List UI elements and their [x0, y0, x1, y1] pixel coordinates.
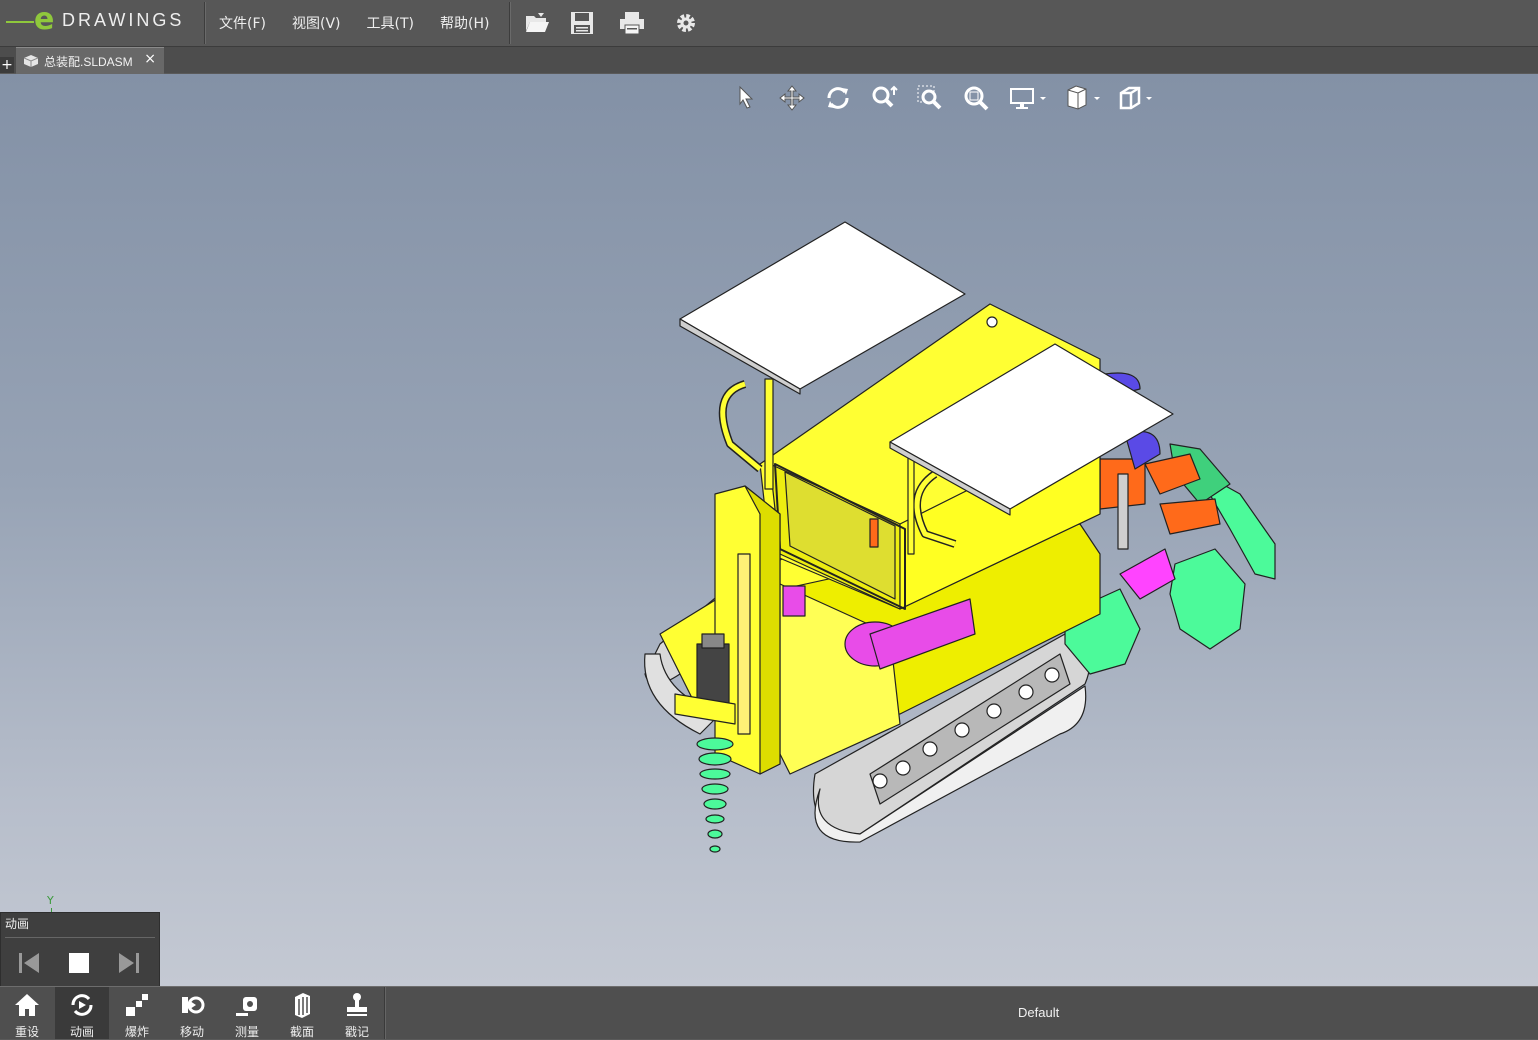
- animation-panel: 动画: [0, 912, 160, 986]
- menu-view[interactable]: 视图(V): [292, 13, 341, 33]
- previous-frame-button[interactable]: [15, 949, 43, 977]
- animate-button[interactable]: 动画: [55, 987, 109, 1039]
- save-icon: [571, 12, 593, 34]
- menu-help[interactable]: 帮助(H): [440, 13, 489, 33]
- home-icon: [15, 994, 39, 1016]
- gear-icon: [677, 14, 695, 32]
- stamp-button[interactable]: 戳记: [330, 987, 384, 1039]
- settings-button[interactable]: [671, 8, 701, 38]
- document-tab-bar: + 总装配.SLDASM ×: [0, 47, 1538, 74]
- assembly-icon: [24, 55, 38, 67]
- explode-icon: [126, 994, 148, 1016]
- move-icon: [182, 996, 205, 1014]
- open-button[interactable]: [522, 8, 552, 38]
- stop-icon: [69, 953, 89, 973]
- move-button[interactable]: 移动: [165, 987, 219, 1039]
- logo-text: DRAWINGS: [62, 10, 185, 30]
- printer-icon: [620, 12, 644, 35]
- menu-bar: 文件(F) 视图(V) 工具(T) 帮助(H): [206, 0, 502, 46]
- tab-title: 总装配.SLDASM: [44, 54, 133, 69]
- bottom-toolbar: 重设 动画 爆炸 移动 测量 截面 戳记 Default: [0, 986, 1538, 1039]
- menu-tools[interactable]: 工具(T): [367, 13, 414, 33]
- measure-button[interactable]: 测量: [220, 987, 274, 1039]
- tab-document[interactable]: 总装配.SLDASM ×: [16, 47, 164, 74]
- measure-icon: [236, 997, 257, 1016]
- skip-back-icon: [19, 953, 39, 973]
- next-frame-button[interactable]: [115, 949, 143, 977]
- stamp-icon: [347, 993, 367, 1016]
- explode-button[interactable]: 爆炸: [110, 987, 164, 1039]
- title-toolbar: e DRAWINGS 文件(F) 视图(V) 工具(T) 帮助(H): [0, 0, 1538, 47]
- print-button[interactable]: [617, 8, 647, 38]
- edrawings-logo: e DRAWINGS: [6, 2, 202, 38]
- save-button[interactable]: [567, 8, 597, 38]
- y-axis-label: Y: [47, 894, 54, 907]
- 3d-viewport[interactable]: Y 动画: [0, 74, 1538, 986]
- reset-button[interactable]: 重设: [0, 987, 54, 1039]
- folder-open-icon: [526, 13, 549, 32]
- section-button[interactable]: 截面: [275, 987, 329, 1039]
- new-tab-button[interactable]: +: [0, 57, 14, 73]
- tab-close-button[interactable]: ×: [144, 51, 156, 67]
- skip-forward-icon: [119, 953, 139, 973]
- animation-panel-title: 动画: [5, 917, 30, 931]
- animate-icon: [71, 994, 93, 1016]
- model-assembly[interactable]: [0, 74, 1538, 986]
- menu-file[interactable]: 文件(F): [219, 13, 266, 33]
- configuration-name[interactable]: Default: [1018, 1005, 1059, 1020]
- section-icon: [295, 993, 310, 1018]
- stop-button[interactable]: [65, 949, 93, 977]
